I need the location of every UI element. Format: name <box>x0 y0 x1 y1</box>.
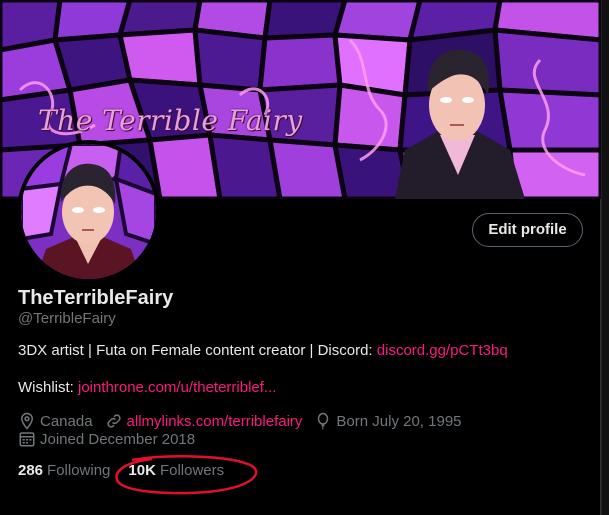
following-label: Following <box>47 462 111 479</box>
joined-text: Joined December 2018 <box>40 430 196 448</box>
birthday-item: Born July 20, 1995 <box>314 412 462 430</box>
avatar[interactable] <box>17 140 160 283</box>
wishlist-label: Wishlist: <box>18 379 78 396</box>
balloon-icon <box>318 412 329 430</box>
link-icon <box>106 414 121 428</box>
location-text: Canada <box>40 412 93 430</box>
website-link[interactable]: allmylinks.com/terriblefairy <box>127 413 303 430</box>
map-pin-icon <box>20 412 34 430</box>
followers-count: 10K <box>128 462 156 479</box>
user-handle: @TerribleFairy <box>18 310 116 327</box>
birthday-text: Born July 20, 1995 <box>336 412 462 430</box>
following-link[interactable]: 286 Following <box>18 462 110 479</box>
followers-label: Followers <box>159 462 225 479</box>
edit-profile-button[interactable]: Edit profile <box>472 213 583 247</box>
bio: 3DX artist | Futa on Female content crea… <box>18 342 508 359</box>
follow-stats: 286 Following 10K Followers <box>18 462 242 479</box>
wishlist-line: Wishlist: jointhrone.com/u/theterriblef.… <box>18 379 276 396</box>
profile-page: The Terrible Fairy Edit profile TheTerri… <box>0 0 601 515</box>
followers-link[interactable]: 10K Followers <box>128 462 224 479</box>
bio-text: 3DX artist | Futa on Female content crea… <box>18 342 377 359</box>
website-item: allmylinks.com/terriblefairy <box>105 412 303 430</box>
discord-link[interactable]: discord.gg/pCTt3bq <box>377 342 508 359</box>
joined-item: Joined December 2018 <box>18 430 195 448</box>
profile-meta-row: Canada allmylinks.com/terriblefairy Born… <box>18 412 474 430</box>
avatar-image <box>21 144 156 279</box>
joined-row: Joined December 2018 <box>18 430 207 448</box>
location-item: Canada <box>18 412 93 430</box>
display-name: TheTerribleFairy <box>18 287 174 309</box>
scrollbar[interactable] <box>601 0 609 515</box>
wishlist-link[interactable]: jointhrone.com/u/theterriblef... <box>78 379 276 396</box>
banner-logo-text: The Terrible Fairy <box>38 104 303 137</box>
following-count: 286 <box>18 462 44 479</box>
calendar-icon <box>19 432 35 447</box>
